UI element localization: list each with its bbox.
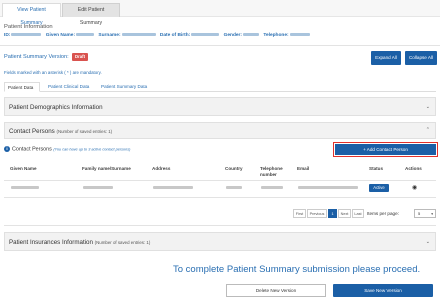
add-contact-person-button[interactable]: + Add Contact Person — [335, 144, 436, 155]
mandatory-note: Fields marked with an asterisk ( * ) are… — [4, 70, 102, 75]
items-per-page-value: 5 — [418, 211, 421, 216]
col-status: Status — [369, 166, 384, 171]
telephone-label: Telephone: — [263, 33, 289, 38]
redacted-cell-address — [153, 186, 193, 189]
divider — [0, 45, 440, 46]
redacted-telephone — [289, 33, 310, 37]
subtab-patient-data[interactable]: Patient Data — [4, 82, 40, 92]
contact-limit-note: (You can have up to 3 active contact per… — [53, 147, 131, 152]
pagination-first[interactable]: First — [293, 209, 306, 218]
insurances-count: (Number of saved entries: 1) — [94, 240, 151, 245]
status-active-button[interactable]: Active — [369, 184, 389, 192]
col-telephone: Telephone number — [260, 166, 283, 177]
redacted-gender — [243, 33, 260, 37]
chevron-down-icon: ▾ — [431, 212, 433, 216]
subtab-patient-summary-data[interactable]: Patient Summary Data — [98, 82, 150, 92]
tab-view-patient-summary[interactable]: View Patient Summary — [2, 3, 61, 26]
col-given-name: Given Name — [10, 166, 37, 171]
redacted-cell-email — [298, 186, 358, 189]
contact-heading-text: Contact Persons — [12, 146, 52, 153]
contact-persons-title-text: Contact Persons — [9, 128, 55, 135]
col-country: Country — [225, 166, 243, 171]
insurances-title-text: Patient Insurances Information — [9, 239, 93, 246]
add-contact-highlight: + Add Contact Person — [333, 142, 438, 157]
chevron-down-icon: ⌄ — [425, 239, 430, 245]
tab-edit-patient-summary[interactable]: Edit Patient Summary — [62, 3, 120, 26]
eye-icon[interactable]: ◉ — [412, 184, 417, 191]
data-subtabs: Patient Data Patient Clinical Data Patie… — [4, 82, 436, 92]
delete-new-version-button[interactable]: Delete New Version — [226, 284, 326, 297]
demographics-panel-header[interactable]: Patient Demographics Information ⌄ — [4, 97, 436, 116]
collapse-all-button[interactable]: Collapse All — [405, 51, 437, 65]
pagination-previous[interactable]: Previous — [307, 209, 327, 218]
table-divider — [4, 180, 436, 181]
save-new-version-button[interactable]: Save New Version — [333, 284, 433, 297]
completion-message: To complete Patient Summary submission p… — [173, 264, 421, 275]
patient-information-row: ID: Given Name: Surname: Date of Birth: … — [4, 33, 313, 38]
id-label: ID: — [4, 33, 11, 38]
redacted-dob — [191, 33, 220, 37]
contact-persons-count: (Number of saved entries: 1) — [56, 129, 113, 134]
summary-version-label: Patient Summary Version: — [4, 54, 69, 60]
info-icon: i — [4, 146, 10, 152]
given-name-label: Given Name: — [45, 33, 76, 38]
redacted-cell-family-name — [83, 186, 113, 189]
insurances-title: Patient Insurances Information (Number o… — [9, 239, 150, 246]
top-tab-bar: View Patient Summary Edit Patient Summar… — [0, 0, 440, 26]
col-address: Address — [152, 166, 171, 171]
demographics-title: Patient Demographics Information — [9, 104, 103, 111]
expand-all-button[interactable]: Expand All — [371, 51, 401, 65]
pagination-current-page[interactable]: 1 — [328, 209, 337, 218]
col-email: Email — [297, 166, 310, 171]
contact-persons-panel-header[interactable]: Contact Persons (Number of saved entries… — [4, 122, 436, 139]
contact-persons-title: Contact Persons (Number of saved entries… — [9, 128, 112, 135]
patient-information-title: Patient Information — [4, 24, 53, 30]
redacted-cell-given-name — [11, 186, 39, 189]
subtab-patient-clinical-data[interactable]: Patient Clinical Data — [45, 82, 92, 92]
redacted-cell-country — [226, 186, 242, 189]
surname-label: Surname: — [98, 33, 121, 38]
redacted-cell-telephone — [261, 186, 283, 189]
redacted-given-name — [76, 33, 95, 37]
dob-label: Date of Birth: — [159, 33, 191, 38]
redacted-surname — [121, 33, 156, 37]
chevron-up-icon: ⌃ — [425, 127, 430, 133]
redacted-id — [11, 33, 42, 37]
col-actions: Actions — [405, 166, 422, 171]
contact-persons-heading: i Contact Persons (You can have up to 3 a… — [4, 146, 130, 152]
pagination-last[interactable]: Last — [352, 209, 364, 218]
col-family-name: Family name/Surname — [82, 166, 131, 171]
pagination-next[interactable]: Next — [338, 209, 351, 218]
divider — [4, 225, 436, 226]
draft-badge: Draft — [72, 53, 89, 61]
row-divider — [4, 197, 436, 198]
gender-label: Gender: — [223, 33, 243, 38]
items-per-page-select[interactable]: 5 ▾ — [414, 209, 436, 218]
chevron-down-icon: ⌄ — [425, 104, 430, 110]
items-per-page-label: Items per page: — [367, 211, 399, 216]
insurances-panel-header[interactable]: Patient Insurances Information (Number o… — [4, 232, 436, 251]
